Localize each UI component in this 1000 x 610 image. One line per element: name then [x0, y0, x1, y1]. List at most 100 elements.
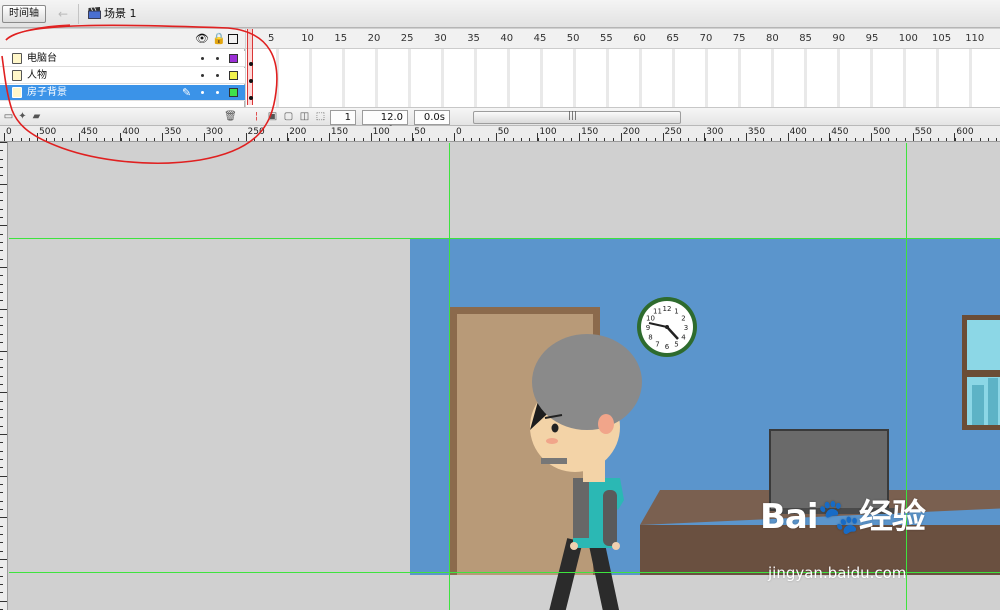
frame-number: 75	[732, 33, 746, 44]
layer-row-house-background[interactable]: 房子背景 ✎	[0, 85, 245, 101]
lock-icon[interactable]: 🔒	[212, 32, 226, 45]
frame-grid[interactable]	[246, 49, 1000, 107]
ruler-minor-tick	[771, 138, 773, 141]
ruler-minor-tick	[0, 258, 3, 260]
visibility-dot[interactable]	[201, 57, 204, 60]
ruler-minor-tick	[938, 138, 940, 141]
timeline-tab[interactable]: 时间轴	[2, 5, 46, 23]
ruler-minor-tick	[329, 138, 331, 141]
ruler-minor-tick	[704, 138, 706, 141]
onion-skin-icon[interactable]: ▣	[266, 110, 279, 123]
ruler-minor-tick	[879, 138, 881, 141]
ruler-minor-tick	[496, 138, 498, 141]
lock-dot[interactable]	[216, 91, 219, 94]
frame-number: 95	[865, 33, 879, 44]
frame-number: 90	[832, 33, 846, 44]
ruler-minor-tick	[671, 138, 673, 141]
frame-number: 80	[766, 33, 779, 44]
layer-outline-color[interactable]	[229, 71, 238, 80]
guide-line-horizontal[interactable]	[9, 238, 1000, 239]
frame-number: 15	[334, 33, 348, 44]
frame-number: 65	[666, 33, 680, 44]
scrollbar-grip-icon[interactable]: |||	[568, 111, 577, 121]
frame-number: 105	[932, 33, 952, 44]
layer-outline-color[interactable]	[229, 54, 238, 63]
keyframe[interactable]	[249, 62, 253, 66]
ruler-minor-tick	[654, 138, 656, 141]
ruler-minor-tick	[62, 138, 64, 141]
scene-breadcrumb[interactable]: 场景 1	[104, 6, 137, 22]
edit-multiple-frames-icon[interactable]: ◫	[298, 110, 311, 123]
ruler-minor-tick	[45, 138, 47, 141]
frame-number: 30	[434, 33, 447, 44]
ruler-minor-tick	[0, 308, 7, 310]
watermark-url: jingyan.baidu.com	[768, 564, 907, 582]
back-arrow-icon[interactable]: ←	[55, 6, 71, 22]
playhead[interactable]	[247, 29, 253, 105]
ruler-minor-tick	[696, 138, 698, 141]
clock-number: 7	[655, 341, 659, 349]
ruler-minor-tick	[946, 138, 948, 141]
layer-name: 电脑台	[27, 53, 57, 64]
new-layer-icon[interactable]: ▭	[2, 110, 15, 123]
timeline-scrollbar[interactable]: |||	[473, 111, 681, 124]
layer-row-character[interactable]: 人物	[0, 68, 245, 84]
ruler-minor-tick	[729, 138, 731, 141]
elapsed-time-field[interactable]: 0.0s	[414, 110, 450, 125]
guide-line-vertical[interactable]	[449, 143, 450, 610]
ruler-minor-tick	[170, 138, 172, 141]
lock-dot[interactable]	[216, 74, 219, 77]
visibility-dot[interactable]	[201, 74, 204, 77]
frame-number: 60	[633, 33, 646, 44]
ruler-label: 400	[122, 127, 140, 137]
current-frame-field[interactable]: 1	[330, 110, 356, 125]
ruler-minor-tick	[512, 138, 514, 141]
ruler-minor-tick	[129, 138, 131, 141]
ruler-label: 0	[6, 127, 12, 137]
modify-markers-icon[interactable]: ⬚	[314, 110, 327, 123]
ruler-minor-tick	[0, 208, 3, 210]
ruler-minor-tick	[0, 450, 3, 452]
wall-clock: 12 1234567891011	[637, 297, 697, 357]
keyframe[interactable]	[249, 79, 253, 83]
visibility-dot[interactable]	[201, 91, 204, 94]
layer-header: 👁 🔒	[0, 29, 245, 49]
trash-icon[interactable]: 🗑	[224, 110, 237, 123]
clock-number: 6	[665, 343, 670, 351]
ruler-minor-tick	[737, 138, 739, 141]
clock-number: 1	[674, 308, 678, 316]
ruler-minor-tick	[195, 138, 197, 141]
outline-icon[interactable]	[228, 34, 238, 44]
new-folder-icon[interactable]: ▰	[30, 110, 43, 123]
frames-panel[interactable]: 5 10 15 20 25 30 35 40 45 50 55 60 65 70 75 80 85 90 95 100…	[246, 29, 1000, 107]
ruler-minor-tick	[0, 325, 3, 327]
add-guide-icon[interactable]: ✦	[16, 110, 29, 123]
eye-icon[interactable]: 👁	[195, 32, 209, 45]
lock-dot[interactable]	[216, 57, 219, 60]
frame-number: 70	[699, 33, 713, 44]
onion-skin-outline-icon[interactable]: ▢	[282, 110, 295, 123]
ruler-minor-tick	[562, 138, 564, 141]
layer-outline-color[interactable]	[229, 88, 238, 97]
frame-ruler[interactable]: 5 10 15 20 25 30 35 40 45 50 55 60 65 70 75 80 85 90 95 100…	[246, 29, 1000, 49]
ruler-minor-tick	[921, 138, 923, 141]
ruler-minor-tick	[0, 292, 3, 294]
ruler-minor-tick	[0, 559, 7, 560]
clock-number: 8	[648, 334, 652, 342]
ruler-minor-tick	[571, 138, 573, 141]
frame-number: 50	[566, 33, 580, 44]
ruler-minor-tick	[554, 138, 556, 141]
ruler-label: 450	[80, 127, 98, 137]
ruler-minor-tick	[0, 600, 7, 602]
clock-number: 5	[674, 341, 678, 349]
frame-rate-field[interactable]: 12.0 fps	[362, 110, 408, 136]
ruler-minor-tick	[0, 458, 3, 460]
ruler-minor-tick	[220, 138, 222, 141]
ruler-minor-tick	[270, 138, 272, 141]
center-frame-icon[interactable]: ¦	[250, 110, 263, 123]
ruler-minor-tick	[0, 392, 7, 394]
ruler-minor-tick	[4, 138, 5, 141]
layer-row-computer-desk[interactable]: 电脑台	[0, 51, 245, 67]
ruler-minor-tick	[179, 138, 181, 141]
keyframe[interactable]	[249, 96, 253, 100]
